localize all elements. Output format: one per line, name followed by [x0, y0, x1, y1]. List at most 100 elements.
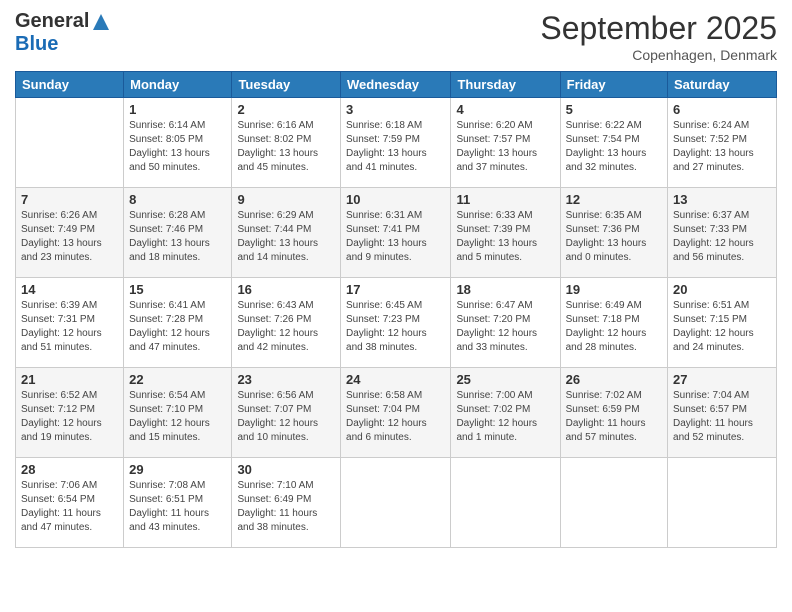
day-info: Sunrise: 7:04 AM Sunset: 6:57 PM Dayligh…: [673, 389, 771, 445]
day-number: 10: [346, 192, 445, 207]
table-row: 16Sunrise: 6:43 AM Sunset: 7:26 PM Dayli…: [232, 278, 341, 368]
table-row: 25 Sunrise: 7:00 AM Sunset: 7:02 PM Dayli…: [451, 368, 560, 458]
day-number: 5: [566, 102, 662, 117]
table-row: 21 Sunrise: 6:52 AM Sunset: 7:12 PM Dayli…: [16, 368, 124, 458]
logo-icon: [91, 12, 111, 32]
table-row: 13 Sunrise: 6:37 AM Sunset: 7:33 PM Dayli…: [668, 188, 777, 278]
day-info: Sunrise: 6:31 AM Sunset: 7:41 PM Dayligh…: [346, 209, 445, 265]
day-info: Sunrise: 6:45 AM Sunset: 7:23 PM Dayligh…: [346, 299, 445, 355]
month-title: September 2025: [540, 10, 777, 47]
day-info: Sunrise: 6:52 AM Sunset: 7:12 PM Dayligh…: [21, 389, 118, 445]
table-row: 20 Sunrise: 6:51 AM Sunset: 7:15 PM Dayli…: [668, 278, 777, 368]
title-section: September 2025 Copenhagen, Denmark: [540, 10, 777, 63]
day-number: 27: [673, 372, 771, 387]
calendar-header-row: Sunday Monday Tuesday Wednesday Thursday…: [16, 72, 777, 98]
table-row: 9Sunrise: 6:29 AM Sunset: 7:44 PM Daylig…: [232, 188, 341, 278]
day-number: 12: [566, 192, 662, 207]
day-info: Sunrise: 7:00 AM Sunset: 7:02 PM Dayligh…: [456, 389, 554, 445]
day-info: Sunrise: 6:49 AM Sunset: 7:18 PM Dayligh…: [566, 299, 662, 355]
day-info: Sunrise: 6:24 AM Sunset: 7:52 PM Dayligh…: [673, 119, 771, 175]
day-number: 17: [346, 282, 445, 297]
table-row: 3 Sunrise: 6:18 AM Sunset: 7:59 PM Daylig…: [341, 98, 451, 188]
table-row: 8 Sunrise: 6:28 AM Sunset: 7:46 PM Daylig…: [124, 188, 232, 278]
day-info: Sunrise: 6:39 AM Sunset: 7:31 PM Dayligh…: [21, 299, 118, 355]
table-row: 30 Sunrise: 7:10 AM Sunset: 6:49 PM Dayli…: [232, 458, 341, 548]
day-number: 18: [456, 282, 554, 297]
header-sunday: Sunday: [16, 72, 124, 98]
day-number: 8: [129, 192, 226, 207]
table-row: 17 Sunrise: 6:45 AM Sunset: 7:23 PM Dayli…: [341, 278, 451, 368]
day-info: Sunrise: 6:26 AM Sunset: 7:49 PM Dayligh…: [21, 209, 118, 265]
day-number: 16: [237, 282, 335, 297]
table-row: 23Sunrise: 6:56 AM Sunset: 7:07 PM Dayli…: [232, 368, 341, 458]
day-number: 24: [346, 372, 445, 387]
day-number: 30: [237, 462, 335, 477]
table-row: 4 Sunrise: 6:20 AM Sunset: 7:57 PM Daylig…: [451, 98, 560, 188]
day-number: 28: [21, 462, 118, 477]
day-number: 20: [673, 282, 771, 297]
header-monday: Monday: [124, 72, 232, 98]
table-row: 22 Sunrise: 6:54 AM Sunset: 7:10 PM Dayli…: [124, 368, 232, 458]
day-info: Sunrise: 7:02 AM Sunset: 6:59 PM Dayligh…: [566, 389, 662, 445]
day-number: 29: [129, 462, 226, 477]
table-row: 6Sunrise: 6:24 AM Sunset: 7:52 PM Daylig…: [668, 98, 777, 188]
table-row: 29 Sunrise: 7:08 AM Sunset: 6:51 PM Dayli…: [124, 458, 232, 548]
day-info: Sunrise: 6:58 AM Sunset: 7:04 PM Dayligh…: [346, 389, 445, 445]
day-number: 14: [21, 282, 118, 297]
calendar-week-4: 21 Sunrise: 6:52 AM Sunset: 7:12 PM Dayli…: [16, 368, 777, 458]
day-info: Sunrise: 6:35 AM Sunset: 7:36 PM Dayligh…: [566, 209, 662, 265]
day-info: Sunrise: 6:37 AM Sunset: 7:33 PM Dayligh…: [673, 209, 771, 265]
header-thursday: Thursday: [451, 72, 560, 98]
table-row: 14 Sunrise: 6:39 AM Sunset: 7:31 PM Dayli…: [16, 278, 124, 368]
day-info: Sunrise: 7:10 AM Sunset: 6:49 PM Dayligh…: [237, 479, 335, 535]
day-info: Sunrise: 6:51 AM Sunset: 7:15 PM Dayligh…: [673, 299, 771, 355]
table-row: 24 Sunrise: 6:58 AM Sunset: 7:04 PM Dayli…: [341, 368, 451, 458]
day-info: Sunrise: 6:14 AM Sunset: 8:05 PM Dayligh…: [129, 119, 226, 175]
day-number: 13: [673, 192, 771, 207]
calendar-week-5: 28Sunrise: 7:06 AM Sunset: 6:54 PM Dayli…: [16, 458, 777, 548]
day-info: Sunrise: 7:08 AM Sunset: 6:51 PM Dayligh…: [129, 479, 226, 535]
page-header: General Blue September 2025 Copenhagen, …: [15, 10, 777, 63]
table-row: 1 Sunrise: 6:14 AM Sunset: 8:05 PM Daylig…: [124, 98, 232, 188]
day-number: 11: [456, 192, 554, 207]
table-row: [668, 458, 777, 548]
table-row: [451, 458, 560, 548]
day-number: 1: [129, 102, 226, 117]
header-tuesday: Tuesday: [232, 72, 341, 98]
calendar-week-2: 7Sunrise: 6:26 AM Sunset: 7:49 PM Daylig…: [16, 188, 777, 278]
table-row: [560, 458, 667, 548]
day-number: 25: [456, 372, 554, 387]
table-row: [341, 458, 451, 548]
day-number: 3: [346, 102, 445, 117]
day-info: Sunrise: 6:16 AM Sunset: 8:02 PM Dayligh…: [237, 119, 335, 175]
table-row: 5 Sunrise: 6:22 AM Sunset: 7:54 PM Daylig…: [560, 98, 667, 188]
table-row: 10 Sunrise: 6:31 AM Sunset: 7:41 PM Dayli…: [341, 188, 451, 278]
day-info: Sunrise: 6:47 AM Sunset: 7:20 PM Dayligh…: [456, 299, 554, 355]
table-row: 27 Sunrise: 7:04 AM Sunset: 6:57 PM Dayli…: [668, 368, 777, 458]
table-row: 15Sunrise: 6:41 AM Sunset: 7:28 PM Dayli…: [124, 278, 232, 368]
table-row: [16, 98, 124, 188]
header-wednesday: Wednesday: [341, 72, 451, 98]
calendar-table: Sunday Monday Tuesday Wednesday Thursday…: [15, 71, 777, 548]
day-info: Sunrise: 6:22 AM Sunset: 7:54 PM Dayligh…: [566, 119, 662, 175]
day-number: 2: [237, 102, 335, 117]
day-info: Sunrise: 6:56 AM Sunset: 7:07 PM Dayligh…: [237, 389, 335, 445]
day-info: Sunrise: 6:29 AM Sunset: 7:44 PM Dayligh…: [237, 209, 335, 265]
day-info: Sunrise: 6:54 AM Sunset: 7:10 PM Dayligh…: [129, 389, 226, 445]
table-row: 26 Sunrise: 7:02 AM Sunset: 6:59 PM Dayli…: [560, 368, 667, 458]
calendar-week-1: 1 Sunrise: 6:14 AM Sunset: 8:05 PM Daylig…: [16, 98, 777, 188]
table-row: 2 Sunrise: 6:16 AM Sunset: 8:02 PM Daylig…: [232, 98, 341, 188]
day-info: Sunrise: 6:20 AM Sunset: 7:57 PM Dayligh…: [456, 119, 554, 175]
day-number: 22: [129, 372, 226, 387]
logo-general: General: [15, 10, 89, 33]
page-container: General Blue September 2025 Copenhagen, …: [0, 0, 792, 558]
day-info: Sunrise: 6:41 AM Sunset: 7:28 PM Dayligh…: [129, 299, 226, 355]
day-info: Sunrise: 6:33 AM Sunset: 7:39 PM Dayligh…: [456, 209, 554, 265]
logo: General Blue: [15, 10, 111, 56]
day-number: 4: [456, 102, 554, 117]
table-row: 18 Sunrise: 6:47 AM Sunset: 7:20 PM Dayli…: [451, 278, 560, 368]
day-number: 21: [21, 372, 118, 387]
day-number: 26: [566, 372, 662, 387]
day-info: Sunrise: 6:18 AM Sunset: 7:59 PM Dayligh…: [346, 119, 445, 175]
day-info: Sunrise: 6:28 AM Sunset: 7:46 PM Dayligh…: [129, 209, 226, 265]
